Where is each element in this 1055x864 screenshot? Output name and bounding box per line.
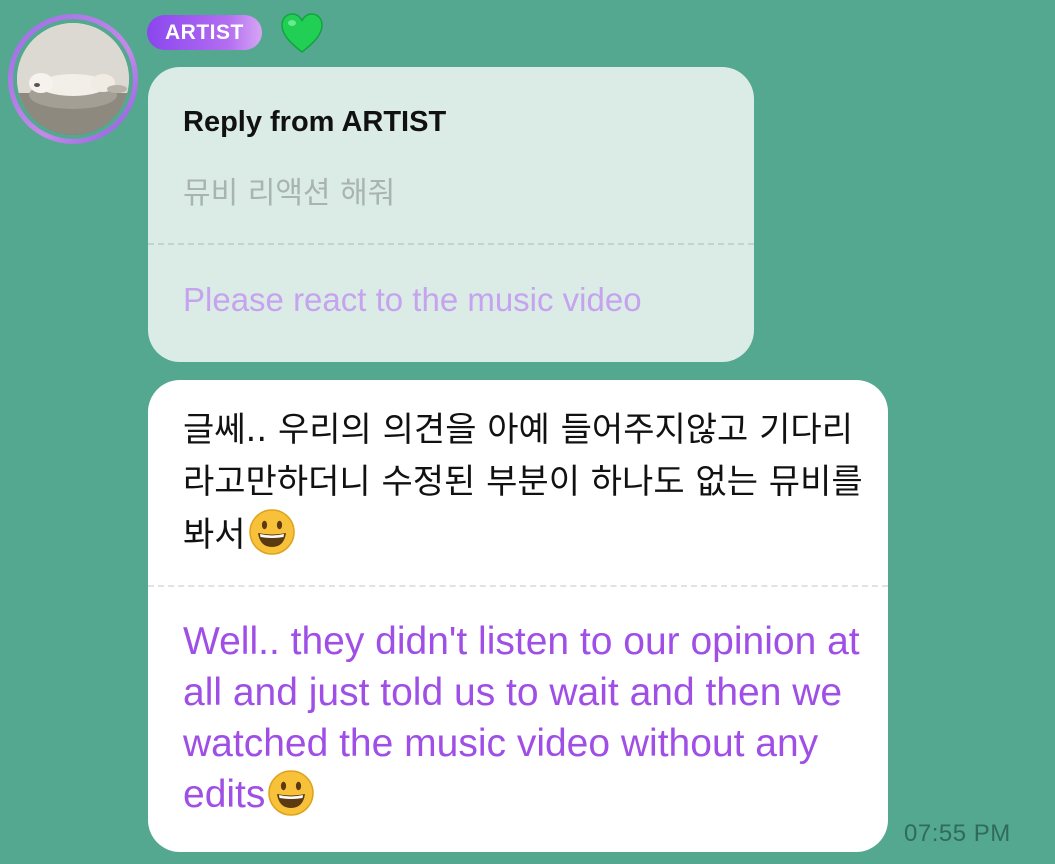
message-divider xyxy=(148,585,888,587)
message-bubble[interactable]: 글쎄.. 우리의 의견을 아예 들어주지않고 기다리라고만하더니 수정된 부분이… xyxy=(148,380,888,852)
reply-divider xyxy=(148,243,754,245)
message-timestamp: 07:55 PM xyxy=(904,820,1011,847)
reply-original-korean: 뮤비 리액션 해줘 xyxy=(183,176,396,211)
artist-badge: ARTIST xyxy=(147,15,262,50)
message-translation: Well.. they didn't listen to our opinion… xyxy=(183,616,873,820)
grinning-face-icon xyxy=(248,509,295,555)
sleeping-dog-photo xyxy=(17,23,129,135)
reply-quote-bubble[interactable]: Reply from ARTIST 뮤비 리액션 해줘 Please react… xyxy=(148,67,754,362)
grinning-face-icon xyxy=(268,770,315,816)
avatar[interactable] xyxy=(8,14,138,144)
reply-original-translation: Please react to the music video xyxy=(183,281,642,318)
message-korean: 글쎄.. 우리의 의견을 아예 들어주지않고 기다리라고만하더니 수정된 부분이… xyxy=(183,404,873,561)
green-heart-icon xyxy=(281,13,323,53)
reply-title: Reply from ARTIST xyxy=(183,106,447,138)
